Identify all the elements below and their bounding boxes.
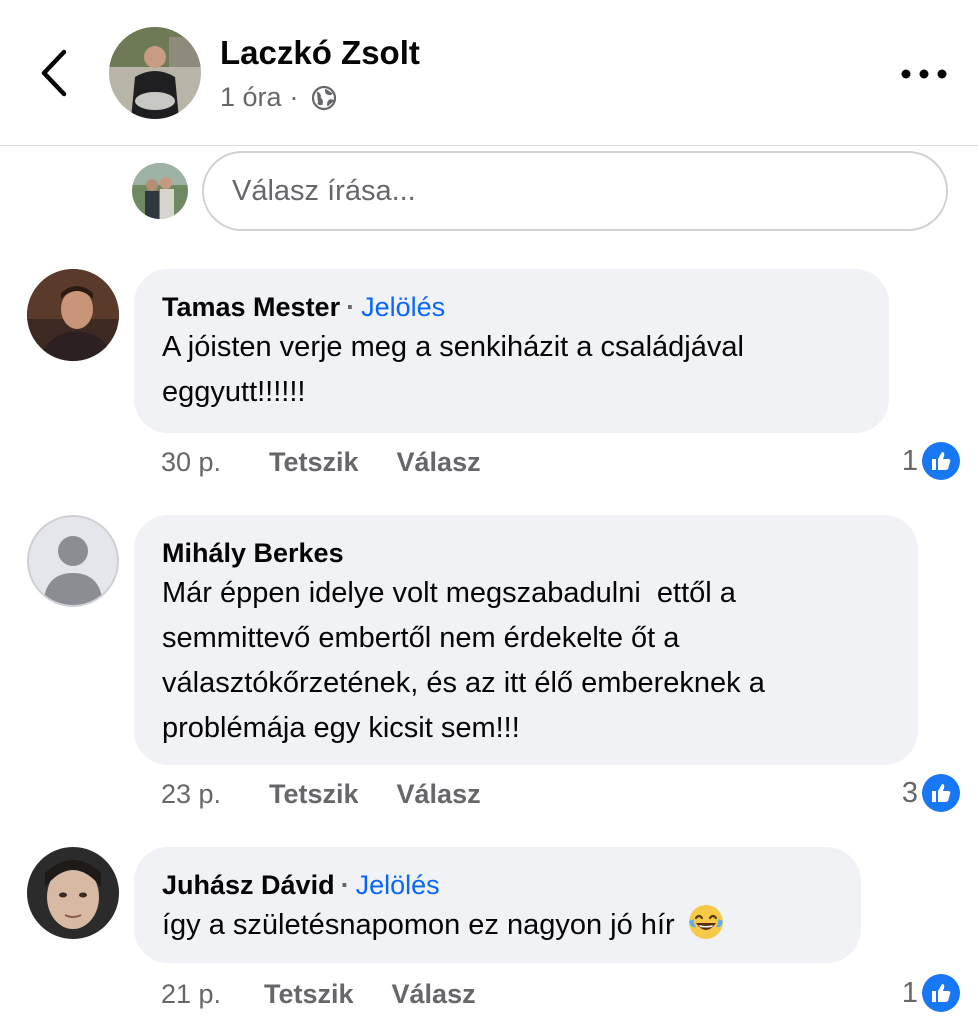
- header-separator: ·: [346, 292, 356, 322]
- reaction-count[interactable]: 1: [902, 442, 960, 480]
- header-separator: ·: [340, 870, 350, 900]
- comment-bubble: Mihály Berkes Már éppen idelye volt megs…: [134, 515, 918, 765]
- reaction-count-value: 1: [901, 444, 918, 477]
- commenter-name[interactable]: Mihály Berkes: [162, 538, 344, 568]
- reaction-count[interactable]: 3: [902, 774, 960, 812]
- globe-icon: [311, 85, 336, 110]
- tag-link[interactable]: Jelölés: [356, 870, 440, 900]
- thumbs-up-icon: [922, 974, 960, 1012]
- comment-time[interactable]: 23 p.: [161, 779, 269, 810]
- comment-actions: 23 p. Tetszik Válasz: [161, 779, 519, 810]
- comment-text: A jóisten verje meg a senkiházit a csalá…: [162, 331, 744, 408]
- author-name[interactable]: Laczkó Zsolt: [220, 34, 420, 72]
- reply-button[interactable]: Válasz: [397, 779, 481, 810]
- comment-actions: 21 p. Tetszik Válasz: [161, 979, 514, 1010]
- comment-time[interactable]: 21 p.: [161, 979, 264, 1010]
- reaction-count-value: 1: [901, 976, 918, 1009]
- default-user-icon: [43, 536, 103, 605]
- comment-bubble: Tamas Mester · Jelölés A jóisten verje meg…: [134, 269, 889, 433]
- thumbs-up-icon: [922, 774, 960, 812]
- post-time[interactable]: 1 óra: [220, 82, 282, 113]
- reaction-count-value: 3: [901, 776, 918, 809]
- reply-input[interactable]: [202, 151, 948, 231]
- comment-actions: 30 p. Tetszik Válasz: [161, 447, 519, 478]
- like-button[interactable]: Tetszik: [269, 447, 359, 478]
- more-options-icon[interactable]: [896, 60, 952, 88]
- commenter-avatar-placeholder[interactable]: [27, 515, 119, 607]
- reaction-count[interactable]: 1: [902, 974, 960, 1012]
- back-arrow-icon[interactable]: [36, 46, 76, 100]
- comment-bubble: Juhász Dávid · Jelölés így a születésnapom…: [134, 847, 861, 963]
- commenter-avatar[interactable]: [27, 847, 119, 939]
- comment-header: Juhász Dávid · Jelölés: [162, 869, 833, 901]
- like-button[interactable]: Tetszik: [269, 779, 359, 810]
- author-avatar[interactable]: [109, 27, 201, 119]
- comment-header: Tamas Mester · Jelölés: [162, 291, 861, 323]
- comment-header: Mihály Berkes: [162, 537, 890, 569]
- post-header: Laczkó Zsolt 1 óra ·: [0, 0, 978, 146]
- reply-button[interactable]: Válasz: [392, 979, 476, 1010]
- comment-text: így a születésnapomon ez nagyon jó hír: [162, 909, 675, 941]
- post-meta: 1 óra ·: [220, 82, 337, 113]
- commenter-avatar[interactable]: [27, 269, 119, 361]
- commenter-name[interactable]: Tamas Mester: [162, 292, 340, 322]
- comment-text-row: így a születésnapomon ez nagyon jó hír: [162, 903, 833, 948]
- comment-text: Már éppen idelye volt megszabadulni ettő…: [162, 577, 773, 744]
- current-user-avatar: [132, 163, 188, 219]
- thumbs-up-icon: [922, 442, 960, 480]
- tag-link[interactable]: Jelölés: [361, 292, 445, 322]
- comment-time[interactable]: 30 p.: [161, 447, 269, 478]
- commenter-name[interactable]: Juhász Dávid: [162, 870, 335, 900]
- laughing-crying-emoji-icon: [688, 905, 723, 939]
- reply-button[interactable]: Válasz: [397, 447, 481, 478]
- like-button[interactable]: Tetszik: [264, 979, 354, 1010]
- meta-separator: ·: [289, 82, 299, 112]
